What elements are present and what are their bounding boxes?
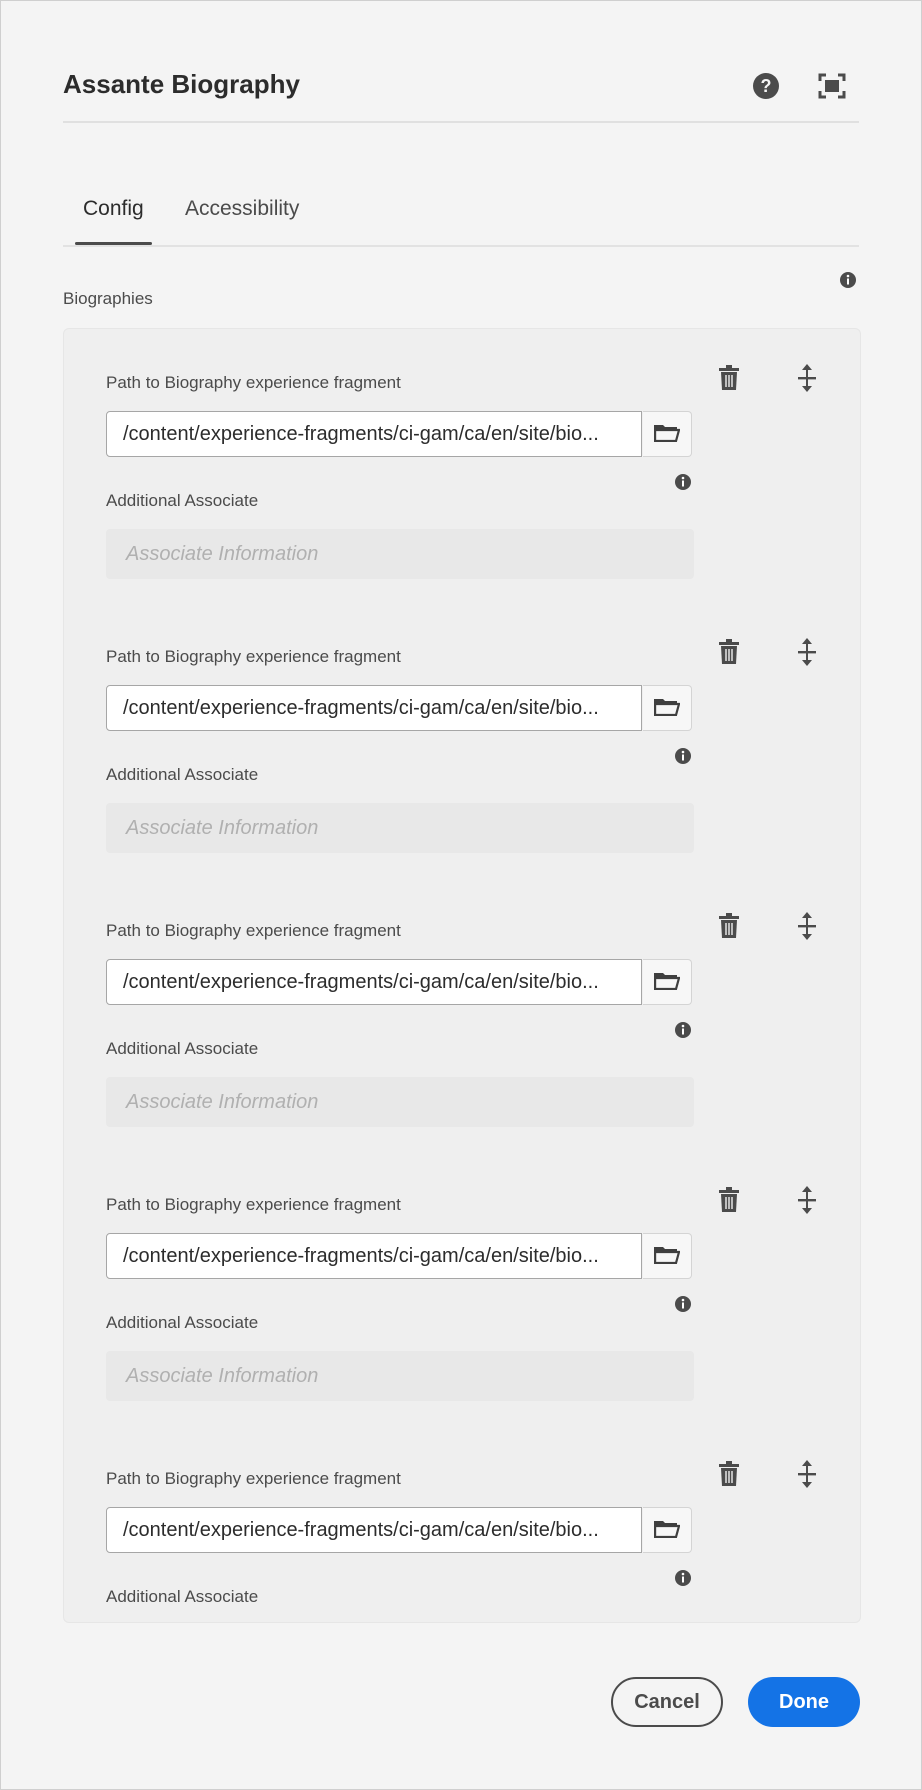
browse-button[interactable]	[643, 411, 692, 457]
info-icon[interactable]	[674, 1021, 692, 1044]
browse-button[interactable]	[643, 959, 692, 1005]
folder-icon	[653, 970, 681, 995]
done-button[interactable]: Done	[748, 1677, 860, 1727]
associate-field-label: Additional Associate	[106, 765, 259, 784]
path-field-label: Path to Biography experience fragment	[106, 1195, 401, 1214]
trash-icon[interactable]	[714, 637, 744, 667]
dialog-header: Assante Biography ?	[63, 61, 859, 123]
path-field-label: Path to Biography experience fragment	[106, 373, 401, 392]
dialog-title: Assante Biography	[63, 69, 300, 99]
info-icon[interactable]	[839, 271, 857, 294]
path-field[interactable]: /content/experience-fragments/ci-gam/ca/…	[106, 411, 642, 457]
move-vertical-icon[interactable]	[792, 911, 822, 941]
biographies-label: Biographies	[63, 289, 153, 308]
folder-icon	[653, 1244, 681, 1269]
info-icon[interactable]	[674, 1295, 692, 1318]
info-icon[interactable]	[674, 747, 692, 770]
fullscreen-icon[interactable]	[817, 71, 847, 101]
cancel-button[interactable]: Cancel	[611, 1677, 723, 1727]
path-field[interactable]: /content/experience-fragments/ci-gam/ca/…	[106, 959, 642, 1005]
biographies-multifield: Path to Biography experience fragment /c…	[63, 328, 861, 1623]
path-field-label: Path to Biography experience fragment	[106, 1469, 401, 1488]
multifield-item: Path to Biography experience fragment /c…	[64, 877, 860, 1127]
trash-icon[interactable]	[714, 911, 744, 941]
tab-list: Config Accessibility	[63, 181, 859, 247]
folder-icon	[653, 696, 681, 721]
tab-config[interactable]: Config	[75, 197, 152, 245]
associate-field[interactable]: Associate Information	[106, 1077, 694, 1127]
multifield-item: Path to Biography experience fragment /c…	[64, 1151, 860, 1401]
info-icon[interactable]	[674, 1569, 692, 1592]
associate-field-label: Additional Associate	[106, 1313, 259, 1332]
multifield-item: Path to Biography experience fragment /c…	[64, 603, 860, 853]
move-vertical-icon[interactable]	[792, 363, 822, 393]
multifield-item: Path to Biography experience fragment /c…	[64, 329, 860, 579]
folder-icon	[653, 422, 681, 447]
trash-icon[interactable]	[714, 363, 744, 393]
browse-button[interactable]	[643, 1507, 692, 1553]
dialog: Assante Biography ? Config Accessibility…	[0, 0, 922, 1790]
path-field[interactable]: /content/experience-fragments/ci-gam/ca/…	[106, 685, 642, 731]
browse-button[interactable]	[643, 685, 692, 731]
trash-icon[interactable]	[714, 1459, 744, 1489]
path-field[interactable]: /content/experience-fragments/ci-gam/ca/…	[106, 1233, 642, 1279]
associate-field-label: Additional Associate	[106, 1587, 259, 1606]
path-field-label: Path to Biography experience fragment	[106, 647, 401, 666]
path-field-label: Path to Biography experience fragment	[106, 921, 401, 940]
help-circle-icon[interactable]: ?	[751, 71, 781, 101]
multifield-item: Path to Biography experience fragment /c…	[64, 1425, 860, 1622]
browse-button[interactable]	[643, 1233, 692, 1279]
move-vertical-icon[interactable]	[792, 1459, 822, 1489]
folder-icon	[653, 1518, 681, 1543]
move-vertical-icon[interactable]	[792, 637, 822, 667]
svg-text:?: ?	[761, 76, 772, 96]
tab-accessibility[interactable]: Accessibility	[177, 197, 307, 243]
associate-field[interactable]: Associate Information	[106, 1351, 694, 1401]
associate-field[interactable]: Associate Information	[106, 803, 694, 853]
path-field[interactable]: /content/experience-fragments/ci-gam/ca/…	[106, 1507, 642, 1553]
associate-field-label: Additional Associate	[106, 491, 259, 510]
info-icon[interactable]	[674, 473, 692, 496]
associate-field-label: Additional Associate	[106, 1039, 259, 1058]
associate-field[interactable]: Associate Information	[106, 529, 694, 579]
move-vertical-icon[interactable]	[792, 1185, 822, 1215]
trash-icon[interactable]	[714, 1185, 744, 1215]
